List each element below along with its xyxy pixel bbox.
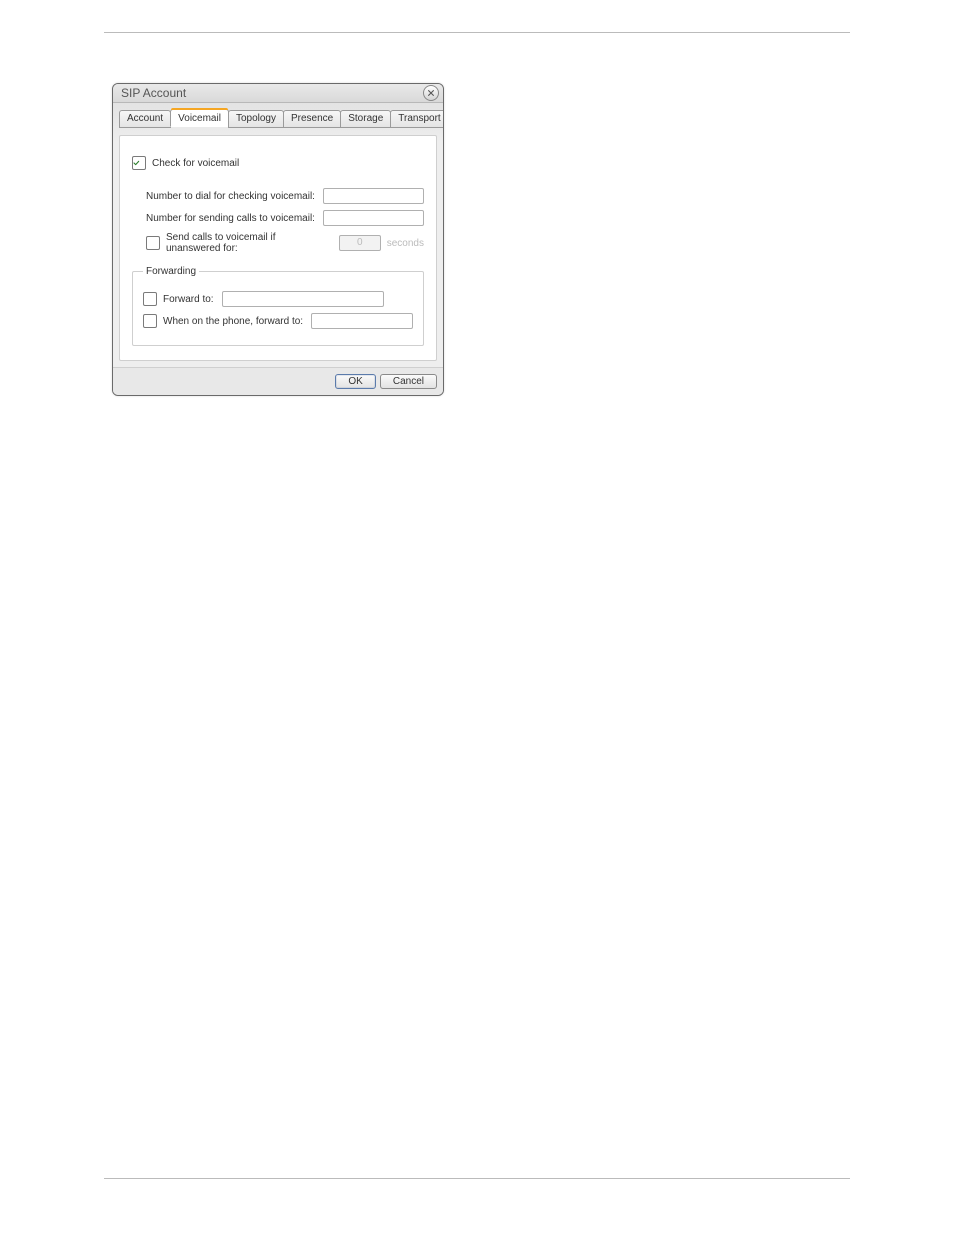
- top-divider: [104, 32, 850, 33]
- voicemail-panel: Check for voicemail Number to dial for c…: [119, 135, 437, 361]
- check-for-voicemail-label: Check for voicemail: [152, 158, 239, 169]
- ok-button[interactable]: OK: [335, 374, 375, 389]
- when-on-phone-checkbox[interactable]: [143, 314, 157, 328]
- forward-to-label: Forward to:: [163, 294, 214, 305]
- send-unanswered-unit: seconds: [387, 238, 424, 249]
- forwarding-legend: Forwarding: [143, 266, 199, 277]
- tab-transport[interactable]: Transport: [390, 110, 444, 128]
- tab-storage[interactable]: Storage: [340, 110, 391, 128]
- close-icon: [427, 89, 435, 97]
- send-unanswered-label: Send calls to voicemail if unanswered fo…: [166, 232, 331, 254]
- titlebar: SIP Account: [113, 84, 443, 103]
- check-for-voicemail-checkbox[interactable]: [132, 156, 146, 170]
- forward-to-input[interactable]: [222, 291, 384, 307]
- number-for-sending-input[interactable]: [323, 210, 424, 226]
- bottom-divider: [104, 1178, 850, 1179]
- cancel-button[interactable]: Cancel: [380, 374, 437, 389]
- tab-presence[interactable]: Presence: [283, 110, 341, 128]
- send-unanswered-seconds-input[interactable]: 0: [339, 235, 381, 251]
- when-on-phone-label: When on the phone, forward to:: [163, 316, 303, 327]
- forward-to-checkbox[interactable]: [143, 292, 157, 306]
- number-to-dial-input[interactable]: [323, 188, 424, 204]
- tab-topology[interactable]: Topology: [228, 110, 284, 128]
- check-icon: [133, 158, 140, 168]
- tab-voicemail[interactable]: Voicemail: [170, 109, 229, 127]
- dialog-title: SIP Account: [121, 86, 186, 100]
- when-on-phone-input[interactable]: [311, 313, 413, 329]
- tab-account[interactable]: Account: [119, 110, 171, 128]
- dialog-button-row: OK Cancel: [113, 367, 443, 395]
- number-for-sending-label: Number for sending calls to voicemail:: [146, 213, 315, 224]
- close-button[interactable]: [423, 85, 439, 101]
- forwarding-group: Forwarding Forward to: When on the phone…: [132, 266, 424, 346]
- tabstrip: Account Voicemail Topology Presence Stor…: [119, 109, 437, 127]
- send-unanswered-checkbox[interactable]: [146, 236, 160, 250]
- sip-account-dialog: SIP Account Account Voicemail Topology P…: [112, 83, 444, 396]
- number-to-dial-label: Number to dial for checking voicemail:: [146, 191, 315, 202]
